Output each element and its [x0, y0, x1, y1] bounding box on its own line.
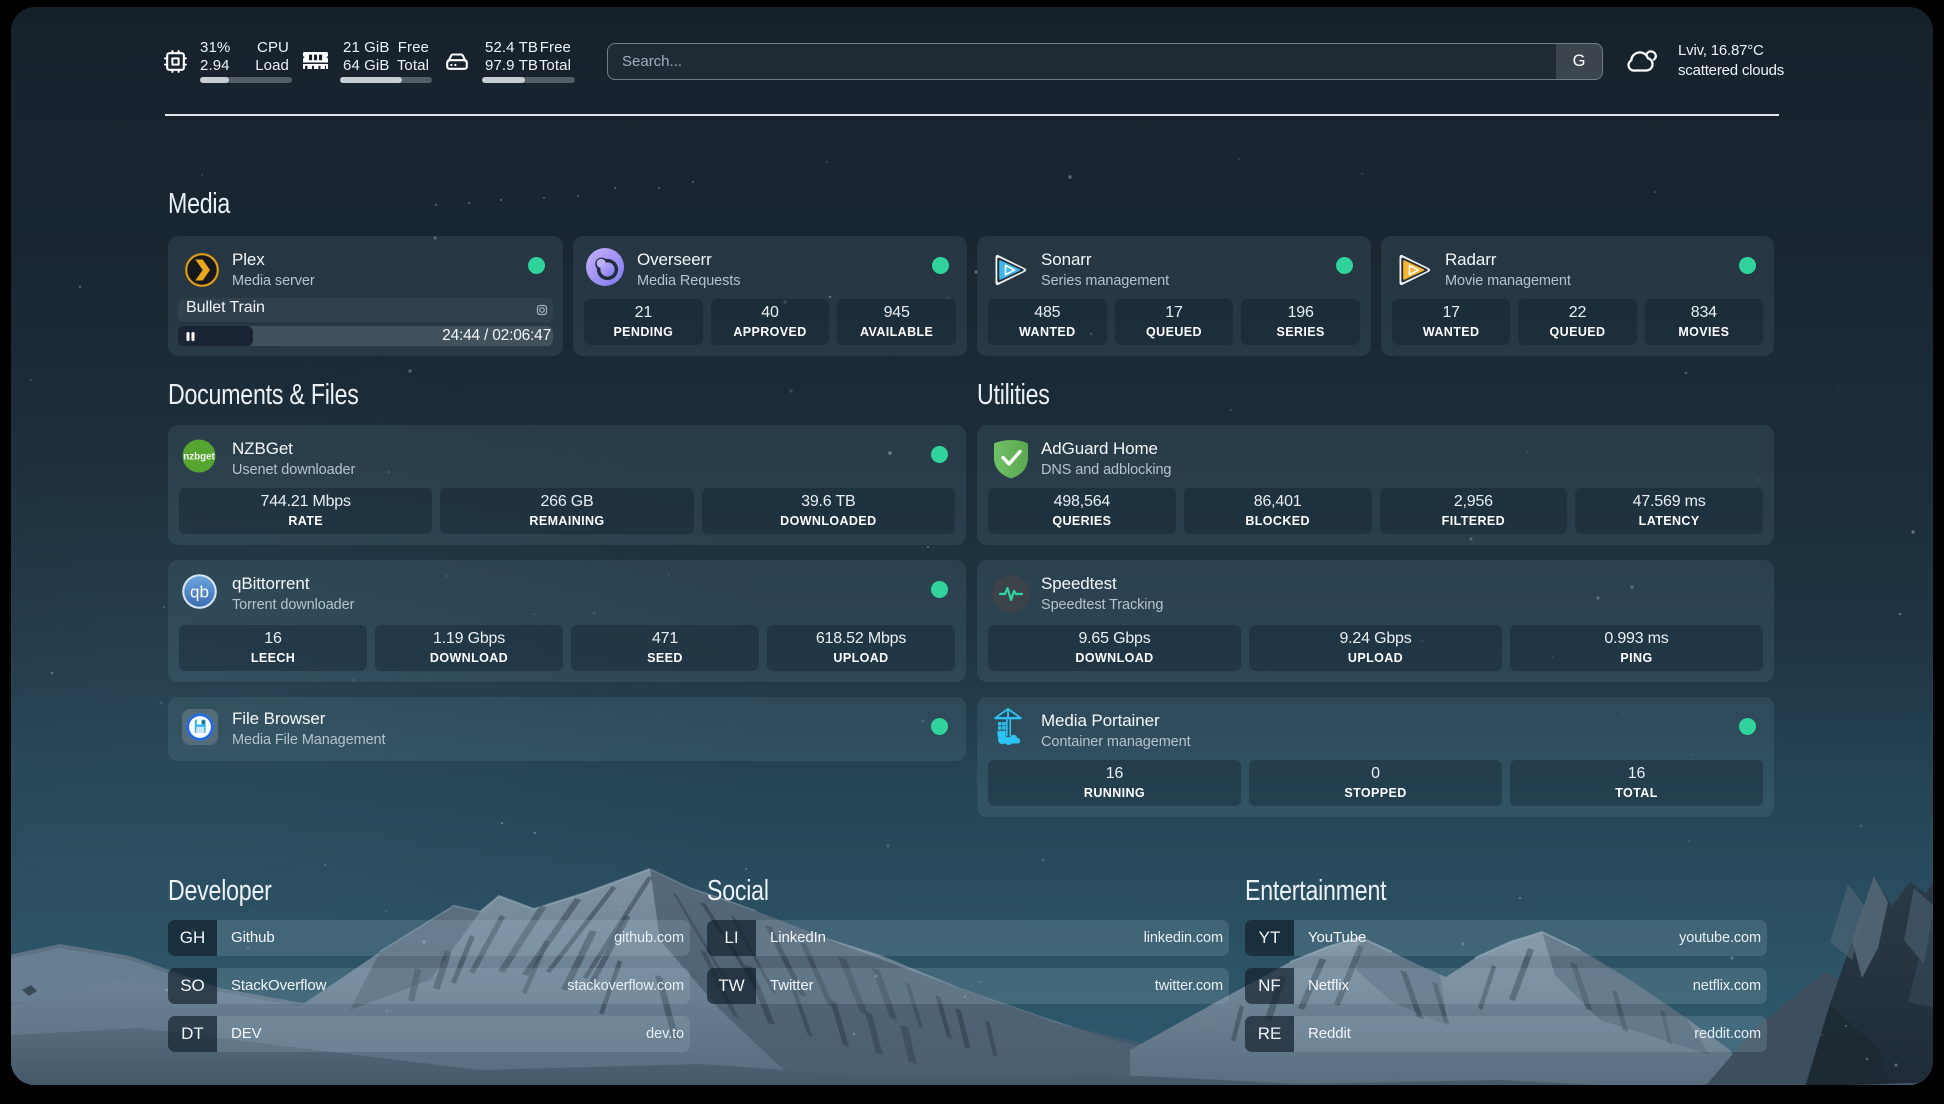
- svg-text:nzbget: nzbget: [183, 452, 215, 463]
- svg-text:qb: qb: [190, 583, 209, 602]
